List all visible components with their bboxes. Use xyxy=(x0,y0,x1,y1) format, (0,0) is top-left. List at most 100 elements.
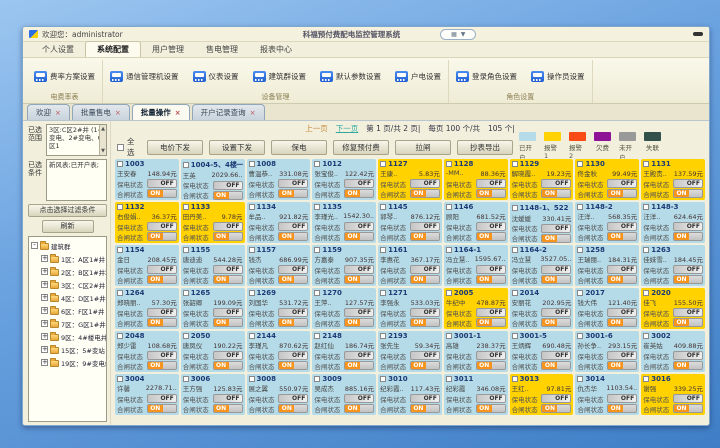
switch-status-toggle[interactable]: ON xyxy=(410,318,440,327)
tree-node[interactable]: + 1区：A区1#井 xyxy=(31,252,106,265)
ribbon-tab[interactable]: 售电管理 xyxy=(195,42,249,57)
meter-card[interactable]: 3011 纪彩霞 346.08元 保电状态 OFF 合闸状态 ON xyxy=(444,374,508,415)
scroll-down-icon[interactable]: ▼ xyxy=(100,147,106,155)
card-checkbox[interactable] xyxy=(643,204,649,210)
protect-status-toggle[interactable]: OFF xyxy=(147,394,177,403)
switch-status-toggle[interactable]: ON xyxy=(344,404,374,413)
switch-status-toggle[interactable]: ON xyxy=(541,275,571,284)
switch-status-toggle[interactable]: ON xyxy=(476,189,506,198)
next-page-link[interactable]: 下一页 xyxy=(336,123,359,134)
expander-icon[interactable]: + xyxy=(41,333,48,340)
protect-status-toggle[interactable]: OFF xyxy=(410,351,440,360)
switch-status-toggle[interactable]: ON xyxy=(147,318,177,327)
meter-card[interactable]: 1148-2 汪洋.. 568.35元 保电状态 OFF 合闸状态 ON xyxy=(575,202,639,243)
protect-status-toggle[interactable]: OFF xyxy=(673,308,703,317)
expander-icon[interactable]: + xyxy=(41,281,48,288)
protect-status-toggle[interactable]: OFF xyxy=(673,179,703,188)
meter-card[interactable]: 1129 解晓霞.. 19.23元 保电状态 OFF 合闸状态 ON xyxy=(510,159,574,200)
protect-status-toggle[interactable]: OFF xyxy=(344,265,374,274)
expander-icon[interactable]: + xyxy=(41,294,48,301)
switch-status-toggle[interactable]: ON xyxy=(410,275,440,284)
switch-status-toggle[interactable]: ON xyxy=(147,275,177,284)
close-icon[interactable]: × xyxy=(175,109,181,117)
switch-status-toggle[interactable]: ON xyxy=(476,404,506,413)
protect-status-toggle[interactable]: OFF xyxy=(344,179,374,188)
quick-access-toolbar[interactable]: ▦ ▼ xyxy=(440,29,476,40)
choose-filter-button[interactable]: 点击选择过滤条件 xyxy=(28,204,107,217)
protect-status-toggle[interactable]: OFF xyxy=(147,351,177,360)
expander-icon[interactable]: + xyxy=(41,307,48,314)
meter-card[interactable]: 3008 展之翼 550.97元 保电状态 OFF 合闸状态 ON xyxy=(247,374,311,415)
tree-node[interactable]: + 2区：B区1#井和B区1#井 xyxy=(31,265,106,278)
card-checkbox[interactable] xyxy=(380,376,386,382)
switch-status-toggle[interactable]: ON xyxy=(410,361,440,370)
protect-status-toggle[interactable]: OFF xyxy=(541,265,571,274)
select-all-checkbox[interactable] xyxy=(117,144,124,151)
meter-card[interactable]: 1146 顾阳 681.52元 保电状态 OFF 合闸状态 ON xyxy=(444,202,508,243)
meter-card[interactable]: 3001-1 高雄 238.37元 保电状态 OFF 合闸状态 ON xyxy=(444,331,508,372)
protect-status-toggle[interactable]: OFF xyxy=(607,222,637,231)
protect-status-toggle[interactable]: OFF xyxy=(344,308,374,317)
meter-card[interactable]: 1159 方嘉泰 907.35元 保电状态 OFF 合闸状态 ON xyxy=(312,245,376,286)
card-checkbox[interactable] xyxy=(512,205,518,211)
switch-status-toggle[interactable]: ON xyxy=(278,361,308,370)
meter-card[interactable]: 1155 唐迪迪 544.28元 保电状态 OFF 合闸状态 ON xyxy=(181,245,245,286)
switch-status-toggle[interactable]: ON xyxy=(476,232,506,241)
card-checkbox[interactable] xyxy=(446,247,452,253)
card-checkbox[interactable] xyxy=(314,376,320,382)
card-checkbox[interactable] xyxy=(183,247,189,253)
card-checkbox[interactable] xyxy=(577,204,583,210)
switch-status-toggle[interactable]: ON xyxy=(344,232,374,241)
card-checkbox[interactable] xyxy=(183,162,189,168)
ribbon-button[interactable]: 通信管理机设置 xyxy=(107,69,182,84)
meter-card[interactable]: 1130 佟金秋 99.49元 保电状态 OFF 合闸状态 ON xyxy=(575,159,639,200)
meter-card[interactable]: 3013 王红.. 97.81元 保电状态 OFF 合闸状态 ON xyxy=(510,374,574,415)
expander-icon[interactable]: + xyxy=(41,255,48,262)
tree-node[interactable]: - 建筑群 xyxy=(31,239,106,252)
switch-status-toggle[interactable]: ON xyxy=(607,189,637,198)
protect-status-toggle[interactable]: OFF xyxy=(607,265,637,274)
switch-status-toggle[interactable]: ON xyxy=(607,275,637,284)
close-icon[interactable]: × xyxy=(250,109,256,117)
protect-status-toggle[interactable]: OFF xyxy=(673,351,703,360)
meter-card[interactable]: 2148 赵红仙 186.74元 保电状态 OFF 合闸状态 ON xyxy=(312,331,376,372)
building-tree[interactable]: - 建筑群 + 1区：A区1#井 + 2区：B区1#井和B区1#井 + 3区：C… xyxy=(28,236,107,422)
switch-status-toggle[interactable]: ON xyxy=(344,318,374,327)
card-checkbox[interactable] xyxy=(314,204,320,210)
ribbon-button[interactable]: 操作员设置 xyxy=(528,69,588,84)
meter-card[interactable]: 1258 王瑞丽.. 184.31元 保电状态 OFF 合闸状态 ON xyxy=(575,245,639,286)
card-checkbox[interactable] xyxy=(446,204,452,210)
tree-node[interactable]: + 19区：9#变电站（2#变 xyxy=(31,356,106,369)
toolbar-button[interactable]: 修复预付费 xyxy=(333,140,389,155)
meter-card[interactable]: 1132 右俊娟.. 36.37元 保电状态 OFF 合闸状态 ON xyxy=(115,202,179,243)
protect-status-toggle[interactable]: OFF xyxy=(607,179,637,188)
card-checkbox[interactable] xyxy=(183,204,189,210)
meter-card[interactable]: 1263 佳妹雪.. 184.45元 保电状态 OFF 合闸状态 ON xyxy=(641,245,705,286)
protect-status-toggle[interactable]: OFF xyxy=(278,222,308,231)
card-checkbox[interactable] xyxy=(249,290,255,296)
card-checkbox[interactable] xyxy=(577,376,583,382)
card-checkbox[interactable] xyxy=(249,376,255,382)
switch-status-toggle[interactable]: ON xyxy=(213,191,243,200)
meter-card[interactable]: 1003 王安春 148.94元 保电状态 OFF 合闸状态 ON xyxy=(115,159,179,200)
card-checkbox[interactable] xyxy=(249,247,255,253)
switch-status-toggle[interactable]: ON xyxy=(278,189,308,198)
toolbar-button[interactable]: 拉闸 xyxy=(395,140,451,155)
selected-area-listbox[interactable]: 3区:C区2#井 (1#变电、2#变电、C区1 ▲▼ xyxy=(46,124,107,156)
document-tab[interactable]: 批量操作 × xyxy=(132,104,190,120)
card-checkbox[interactable] xyxy=(249,204,255,210)
switch-status-toggle[interactable]: ON xyxy=(673,404,703,413)
switch-status-toggle[interactable]: ON xyxy=(541,189,571,198)
switch-status-toggle[interactable]: ON xyxy=(344,189,374,198)
protect-status-toggle[interactable]: OFF xyxy=(476,265,506,274)
card-checkbox[interactable] xyxy=(643,333,649,339)
card-checkbox[interactable] xyxy=(643,161,649,167)
tree-node[interactable]: + 4区：D区1#井（D区1# xyxy=(31,291,106,304)
card-checkbox[interactable] xyxy=(446,161,452,167)
switch-status-toggle[interactable]: ON xyxy=(278,275,308,284)
ribbon-button[interactable]: 登录角色设置 xyxy=(453,69,520,84)
meter-card[interactable]: 1135 李瑾光.. 1542.30.. 保电状态 OFF 合闸状态 ON xyxy=(312,202,376,243)
switch-status-toggle[interactable]: ON xyxy=(607,232,637,241)
meter-card[interactable]: 3009 吴成杰 885.16元 保电状态 OFF 合闸状态 ON xyxy=(312,374,376,415)
switch-status-toggle[interactable]: ON xyxy=(476,275,506,284)
